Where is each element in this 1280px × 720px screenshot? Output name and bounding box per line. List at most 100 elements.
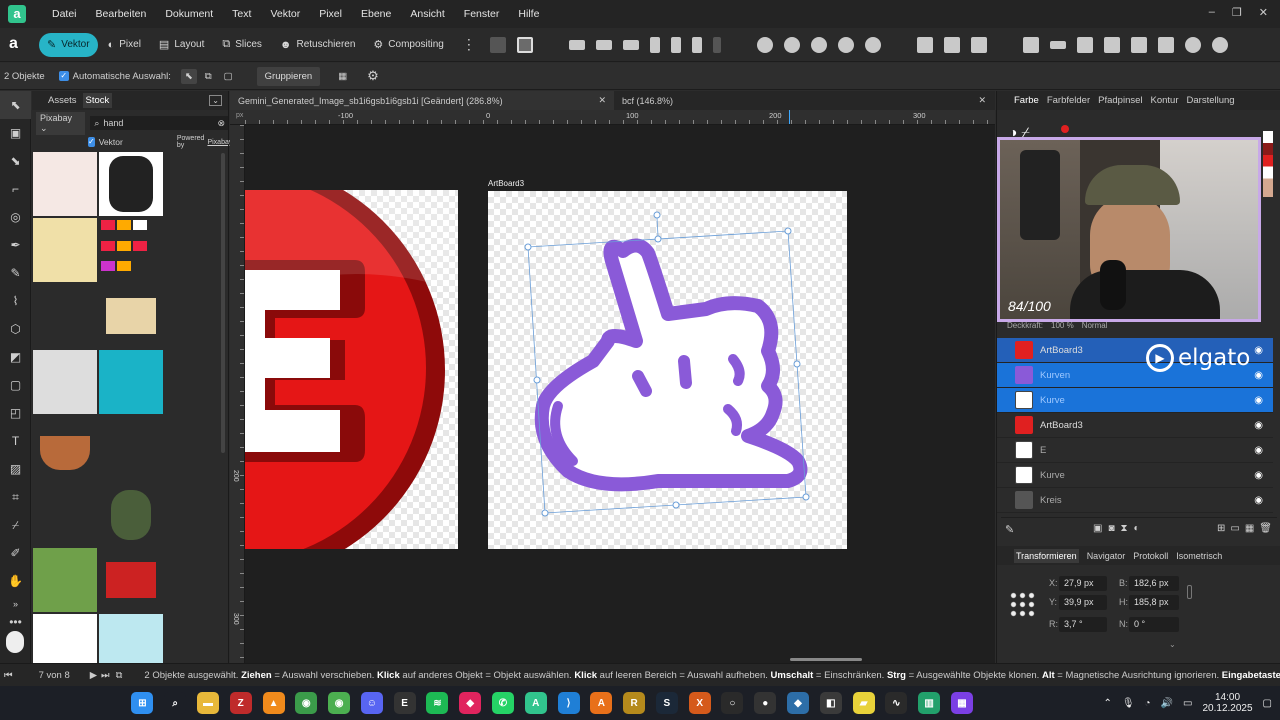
eyedropper-tool-icon[interactable]: ⌿ — [0, 511, 31, 539]
app-sticky-icon[interactable]: ▰ — [852, 692, 875, 714]
auto-select-toggle[interactable]: ✓ Automatische Auswahl: — [58, 71, 171, 82]
insert-front-icon[interactable] — [970, 36, 987, 53]
x-field[interactable]: 27,9 px — [1059, 576, 1107, 591]
grid-icon[interactable] — [516, 36, 533, 53]
tab-bcf-document[interactable]: bcf (146.8%) ✕ — [614, 91, 994, 110]
persona-tab-retuschieren[interactable]: ☻ Retuschieren — [272, 33, 364, 57]
order-icon[interactable] — [1103, 36, 1120, 53]
search-icon[interactable]: ⌕ — [164, 692, 187, 714]
point-transform-icon[interactable]: ◎ — [0, 203, 31, 231]
order-3-icon[interactable] — [1157, 36, 1174, 53]
insert-inside-icon[interactable] — [943, 36, 960, 53]
stock-thumb-fist[interactable] — [99, 152, 163, 216]
layer-mode-icon[interactable]: ⧉ — [205, 71, 212, 82]
tray-chevron-icon[interactable]: ⌃ — [1103, 698, 1111, 709]
chrome-2-icon[interactable]: ◉ — [328, 692, 351, 714]
bool-divide-icon[interactable] — [864, 36, 881, 53]
width-field[interactable]: 182,6 px — [1129, 576, 1179, 591]
flip-icon[interactable] — [1022, 36, 1039, 53]
app-blue-icon[interactable]: ◆ — [787, 692, 810, 714]
stock-thumb-grenade[interactable] — [99, 482, 163, 546]
menu-datei[interactable]: Datei — [52, 8, 77, 20]
corner-tool-icon[interactable]: ⌐ — [0, 175, 31, 203]
tab-assets[interactable]: Assets — [48, 95, 77, 106]
visibility-eye-icon[interactable]: ◉ — [1254, 495, 1263, 506]
app-orange-icon[interactable]: A — [590, 692, 613, 714]
align-left-icon[interactable] — [568, 39, 585, 50]
app-wave-icon[interactable]: ∿ — [885, 692, 908, 714]
affinity-a-icon[interactable]: a — [9, 35, 29, 55]
align-top-icon[interactable] — [649, 36, 660, 53]
bool-xor-icon[interactable] — [837, 36, 854, 53]
swatch-strip[interactable] — [1263, 131, 1273, 197]
stock-thumb-hand-heart[interactable] — [33, 152, 97, 216]
tab-pfadpinsel[interactable]: Pfadpinsel — [1098, 95, 1142, 106]
wifi-icon[interactable]: ◔ — [1145, 698, 1151, 709]
persona-tab-vektor[interactable]: ✎ Vektor — [39, 32, 98, 57]
affinity-logo[interactable]: a — [8, 5, 26, 23]
spotify-icon[interactable]: ≋ — [426, 692, 449, 714]
tab-kontur[interactable]: Kontur — [1151, 95, 1179, 106]
fx-icon[interactable]: ⧗ — [1121, 523, 1128, 534]
canvas-area[interactable]: ArtBoard3 — [245, 125, 995, 663]
lock-ratio-icon[interactable] — [1187, 585, 1192, 599]
checkbox-icon[interactable]: ✓ — [58, 71, 69, 81]
bool-subtract-icon[interactable] — [783, 36, 800, 53]
tab-farbfelder[interactable]: Farbfelder — [1047, 95, 1090, 106]
menu-bearbeiten[interactable]: Bearbeiten — [96, 8, 147, 20]
artboard-tool-icon[interactable]: ▣ — [0, 119, 31, 147]
insert-behind-icon[interactable] — [916, 36, 933, 53]
vector-checkbox-icon[interactable]: ✓ — [88, 137, 95, 147]
menu-vektor[interactable]: Vektor — [270, 8, 300, 20]
app-yellow-icon[interactable]: R — [623, 692, 646, 714]
distribute-icon[interactable] — [712, 36, 721, 53]
order-2-icon[interactable] — [1130, 36, 1147, 53]
vscode-icon[interactable]: ⟩ — [557, 692, 580, 714]
node-tool-icon[interactable]: ⬊ — [0, 147, 31, 175]
visibility-eye-icon[interactable]: ◉ — [1254, 420, 1263, 431]
volume-icon[interactable]: 🔊 — [1161, 698, 1173, 709]
pages-icon[interactable]: ⧉ — [116, 670, 123, 681]
maximize-button[interactable]: ❐ — [1232, 6, 1242, 19]
more-icon[interactable]: ⋮ — [462, 36, 476, 53]
panel-menu-icon[interactable]: ⌄ — [209, 95, 222, 106]
tab-transformieren[interactable]: Transformieren — [1014, 548, 1079, 563]
stock-thumb-bunny[interactable] — [33, 218, 97, 282]
edit-layer-icon[interactable]: ✎ — [1005, 523, 1014, 536]
menu-pixel[interactable]: Pixel — [319, 8, 342, 20]
add-layer-icon[interactable]: ⊞ — [1217, 523, 1225, 534]
tab-protokoll[interactable]: Protokoll — [1133, 551, 1168, 561]
expand-icon[interactable]: » — [0, 595, 31, 613]
visibility-eye-icon[interactable]: ◉ — [1254, 345, 1263, 356]
persona-tab-pixel[interactable]: ◐ Pixel — [100, 33, 149, 57]
image-tool-icon[interactable]: ▨ — [0, 455, 31, 483]
align-bottom-icon[interactable] — [691, 36, 702, 53]
height-field[interactable]: 185,8 px — [1129, 595, 1179, 610]
adjust-icon[interactable]: ◙ — [1108, 523, 1114, 534]
steam-icon[interactable]: S — [655, 692, 678, 714]
tab-close-icon[interactable]: ✕ — [978, 95, 986, 106]
pencil-tool-icon[interactable]: ✎ — [0, 259, 31, 287]
hand-tool-icon[interactable]: ✋ — [0, 567, 31, 595]
settings-gear-icon[interactable]: ⚙ — [367, 68, 379, 84]
mask-icon[interactable]: ▣ — [1093, 523, 1102, 534]
app-x-icon[interactable]: X — [688, 692, 711, 714]
chrome-icon[interactable]: ◉ — [295, 692, 318, 714]
layer-row[interactable]: Kreis ◉ — [997, 488, 1273, 513]
rotation-field[interactable]: 3,7 ° — [1059, 617, 1107, 632]
stock-thumb-water-hand[interactable] — [99, 350, 163, 414]
app-red-icon[interactable]: ◆ — [459, 692, 482, 714]
app-dark-icon[interactable]: ◧ — [819, 692, 842, 714]
crop-tool-icon[interactable]: ⌗ — [0, 483, 31, 511]
tab-darstellung[interactable]: Darstellung — [1187, 95, 1235, 106]
blend-mode-select[interactable]: Normal — [1082, 321, 1108, 330]
menu-hilfe[interactable]: Hilfe — [518, 8, 539, 20]
filezilla-icon[interactable]: Z — [229, 692, 252, 714]
shape-tool-icon[interactable]: ◰ — [0, 399, 31, 427]
contrast-icon[interactable]: ◐ — [1134, 523, 1140, 534]
layer-row[interactable]: Kurve ◉ — [997, 388, 1273, 413]
obs-icon[interactable]: ● — [754, 692, 777, 714]
trash-icon[interactable]: 🗑 — [1259, 523, 1272, 534]
artboard-mode-icon[interactable]: ▢ — [224, 71, 233, 82]
pointer-mode-icon[interactable]: ⬉ — [180, 68, 197, 84]
